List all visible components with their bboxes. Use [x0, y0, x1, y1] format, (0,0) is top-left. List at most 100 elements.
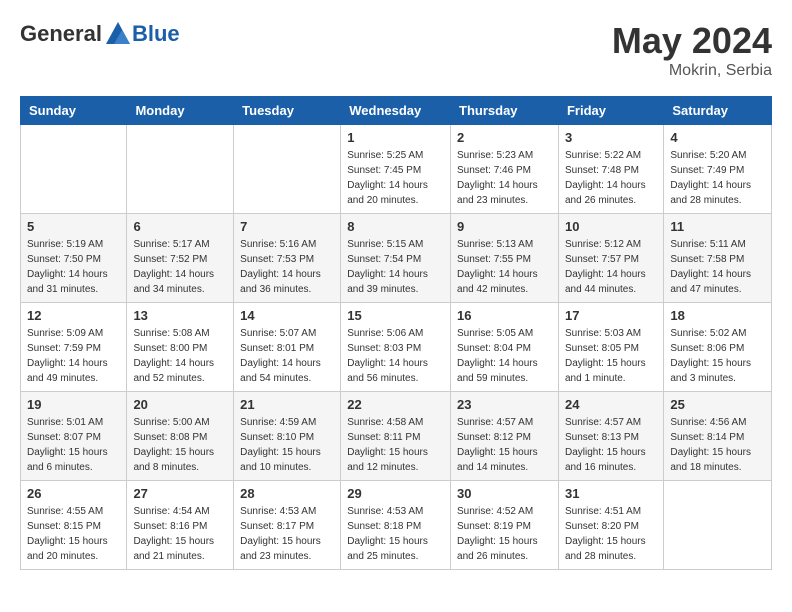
calendar-cell: 27 Sunrise: 4:54 AM Sunset: 8:16 PM Dayli… [127, 481, 234, 570]
day-header-tuesday: Tuesday [234, 97, 341, 125]
day-info: Sunrise: 5:25 AM Sunset: 7:45 PM Dayligh… [347, 148, 444, 208]
day-number: 4 [670, 130, 765, 145]
day-number: 6 [133, 219, 227, 234]
day-info: Sunrise: 5:15 AM Sunset: 7:54 PM Dayligh… [347, 237, 444, 297]
day-info: Sunrise: 5:19 AM Sunset: 7:50 PM Dayligh… [27, 237, 120, 297]
logo-icon [104, 20, 132, 48]
day-info: Sunrise: 5:01 AM Sunset: 8:07 PM Dayligh… [27, 415, 120, 475]
day-info: Sunrise: 4:58 AM Sunset: 8:11 PM Dayligh… [347, 415, 444, 475]
calendar-cell: 31 Sunrise: 4:51 AM Sunset: 8:20 PM Dayli… [558, 481, 663, 570]
calendar-week-row: 12 Sunrise: 5:09 AM Sunset: 7:59 PM Dayli… [21, 303, 772, 392]
calendar-cell: 25 Sunrise: 4:56 AM Sunset: 8:14 PM Dayli… [664, 392, 772, 481]
day-number: 22 [347, 397, 444, 412]
day-header-monday: Monday [127, 97, 234, 125]
calendar-cell [234, 125, 341, 214]
day-number: 5 [27, 219, 120, 234]
day-header-friday: Friday [558, 97, 663, 125]
day-number: 25 [670, 397, 765, 412]
day-number: 26 [27, 486, 120, 501]
day-info: Sunrise: 5:03 AM Sunset: 8:05 PM Dayligh… [565, 326, 657, 386]
day-number: 27 [133, 486, 227, 501]
day-info: Sunrise: 5:16 AM Sunset: 7:53 PM Dayligh… [240, 237, 334, 297]
calendar-cell: 20 Sunrise: 5:00 AM Sunset: 8:08 PM Dayli… [127, 392, 234, 481]
day-info: Sunrise: 5:02 AM Sunset: 8:06 PM Dayligh… [670, 326, 765, 386]
calendar-cell: 26 Sunrise: 4:55 AM Sunset: 8:15 PM Dayli… [21, 481, 127, 570]
logo-blue: Blue [132, 21, 180, 47]
day-number: 14 [240, 308, 334, 323]
calendar-cell: 18Sunrise: 5:02 AM Sunset: 8:06 PM Dayli… [664, 303, 772, 392]
day-number: 12 [27, 308, 120, 323]
calendar-cell: 28Sunrise: 4:53 AM Sunset: 8:17 PM Dayli… [234, 481, 341, 570]
day-header-saturday: Saturday [664, 97, 772, 125]
day-number: 19 [27, 397, 120, 412]
day-number: 30 [457, 486, 552, 501]
day-info: Sunrise: 4:57 AM Sunset: 8:12 PM Dayligh… [457, 415, 552, 475]
calendar-cell: 30 Sunrise: 4:52 AM Sunset: 8:19 PM Dayli… [451, 481, 559, 570]
day-number: 10 [565, 219, 657, 234]
calendar-cell: 1 Sunrise: 5:25 AM Sunset: 7:45 PM Daylig… [341, 125, 451, 214]
day-number: 8 [347, 219, 444, 234]
day-header-wednesday: Wednesday [341, 97, 451, 125]
calendar-cell: 9Sunrise: 5:13 AM Sunset: 7:55 PM Daylig… [451, 214, 559, 303]
day-info: Sunrise: 4:56 AM Sunset: 8:14 PM Dayligh… [670, 415, 765, 475]
calendar-cell [21, 125, 127, 214]
calendar-cell: 11 Sunrise: 5:11 AM Sunset: 7:58 PM Dayli… [664, 214, 772, 303]
day-info: Sunrise: 4:53 AM Sunset: 8:18 PM Dayligh… [347, 504, 444, 564]
day-number: 1 [347, 130, 444, 145]
day-info: Sunrise: 4:59 AM Sunset: 8:10 PM Dayligh… [240, 415, 334, 475]
day-number: 11 [670, 219, 765, 234]
day-header-thursday: Thursday [451, 97, 559, 125]
day-info: Sunrise: 5:09 AM Sunset: 7:59 PM Dayligh… [27, 326, 120, 386]
calendar-cell: 17Sunrise: 5:03 AM Sunset: 8:05 PM Dayli… [558, 303, 663, 392]
day-info: Sunrise: 5:17 AM Sunset: 7:52 PM Dayligh… [133, 237, 227, 297]
calendar-week-row: 19 Sunrise: 5:01 AM Sunset: 8:07 PM Dayli… [21, 392, 772, 481]
day-number: 23 [457, 397, 552, 412]
calendar-cell: 29 Sunrise: 4:53 AM Sunset: 8:18 PM Dayli… [341, 481, 451, 570]
day-info: Sunrise: 4:55 AM Sunset: 8:15 PM Dayligh… [27, 504, 120, 564]
day-info: Sunrise: 4:57 AM Sunset: 8:13 PM Dayligh… [565, 415, 657, 475]
calendar-cell: 6 Sunrise: 5:17 AM Sunset: 7:52 PM Daylig… [127, 214, 234, 303]
day-number: 20 [133, 397, 227, 412]
calendar-cell: 7Sunrise: 5:16 AM Sunset: 7:53 PM Daylig… [234, 214, 341, 303]
day-number: 31 [565, 486, 657, 501]
day-info: Sunrise: 5:07 AM Sunset: 8:01 PM Dayligh… [240, 326, 334, 386]
day-number: 29 [347, 486, 444, 501]
calendar-cell: 3 Sunrise: 5:22 AM Sunset: 7:48 PM Daylig… [558, 125, 663, 214]
day-info: Sunrise: 5:13 AM Sunset: 7:55 PM Dayligh… [457, 237, 552, 297]
calendar-cell: 4 Sunrise: 5:20 AM Sunset: 7:49 PM Daylig… [664, 125, 772, 214]
calendar-header-row: SundayMondayTuesdayWednesdayThursdayFrid… [21, 97, 772, 125]
day-info: Sunrise: 5:05 AM Sunset: 8:04 PM Dayligh… [457, 326, 552, 386]
calendar-table: SundayMondayTuesdayWednesdayThursdayFrid… [20, 96, 772, 570]
day-info: Sunrise: 5:20 AM Sunset: 7:49 PM Dayligh… [670, 148, 765, 208]
calendar-cell: 10 Sunrise: 5:12 AM Sunset: 7:57 PM Dayli… [558, 214, 663, 303]
calendar-cell: 14 Sunrise: 5:07 AM Sunset: 8:01 PM Dayli… [234, 303, 341, 392]
day-number: 3 [565, 130, 657, 145]
day-number: 16 [457, 308, 552, 323]
month-year: May 2024 [612, 20, 772, 62]
calendar-cell: 15 Sunrise: 5:06 AM Sunset: 8:03 PM Dayli… [341, 303, 451, 392]
calendar-cell: 13Sunrise: 5:08 AM Sunset: 8:00 PM Dayli… [127, 303, 234, 392]
day-info: Sunrise: 5:11 AM Sunset: 7:58 PM Dayligh… [670, 237, 765, 297]
page-header: General Blue May 2024 Mokrin, Serbia [20, 20, 772, 80]
calendar-cell: 24Sunrise: 4:57 AM Sunset: 8:13 PM Dayli… [558, 392, 663, 481]
day-number: 13 [133, 308, 227, 323]
calendar-cell: 5 Sunrise: 5:19 AM Sunset: 7:50 PM Daylig… [21, 214, 127, 303]
day-info: Sunrise: 5:23 AM Sunset: 7:46 PM Dayligh… [457, 148, 552, 208]
calendar-week-row: 1 Sunrise: 5:25 AM Sunset: 7:45 PM Daylig… [21, 125, 772, 214]
calendar-week-row: 26 Sunrise: 4:55 AM Sunset: 8:15 PM Dayli… [21, 481, 772, 570]
day-info: Sunrise: 4:52 AM Sunset: 8:19 PM Dayligh… [457, 504, 552, 564]
day-number: 15 [347, 308, 444, 323]
calendar-cell [127, 125, 234, 214]
day-number: 28 [240, 486, 334, 501]
logo: General Blue [20, 20, 180, 48]
calendar-cell: 12 Sunrise: 5:09 AM Sunset: 7:59 PM Dayli… [21, 303, 127, 392]
day-info: Sunrise: 4:51 AM Sunset: 8:20 PM Dayligh… [565, 504, 657, 564]
calendar-cell: 21Sunrise: 4:59 AM Sunset: 8:10 PM Dayli… [234, 392, 341, 481]
day-info: Sunrise: 5:22 AM Sunset: 7:48 PM Dayligh… [565, 148, 657, 208]
calendar-cell: 8 Sunrise: 5:15 AM Sunset: 7:54 PM Daylig… [341, 214, 451, 303]
day-info: Sunrise: 5:12 AM Sunset: 7:57 PM Dayligh… [565, 237, 657, 297]
calendar-cell: 16 Sunrise: 5:05 AM Sunset: 8:04 PM Dayli… [451, 303, 559, 392]
day-info: Sunrise: 5:06 AM Sunset: 8:03 PM Dayligh… [347, 326, 444, 386]
day-info: Sunrise: 4:54 AM Sunset: 8:16 PM Dayligh… [133, 504, 227, 564]
day-info: Sunrise: 5:00 AM Sunset: 8:08 PM Dayligh… [133, 415, 227, 475]
